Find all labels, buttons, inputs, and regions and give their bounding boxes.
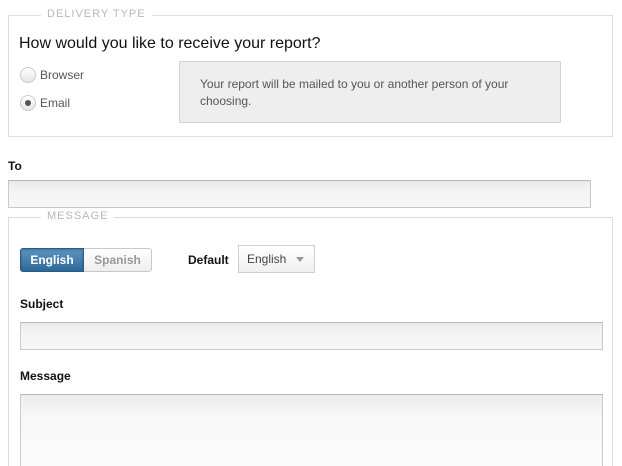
language-english-button[interactable]: English [20, 248, 84, 272]
subject-input[interactable] [20, 322, 603, 350]
radio-email-option[interactable]: Email [20, 95, 70, 111]
message-textarea[interactable] [20, 394, 603, 466]
radio-browser-option[interactable]: Browser [20, 67, 84, 83]
default-language-select[interactable]: English [238, 245, 315, 273]
message-fieldset: MESSAGE English Spanish Default English … [8, 210, 613, 466]
default-language-value: English [247, 252, 287, 266]
subject-label: Subject [20, 297, 64, 311]
delivery-type-fieldset: DELIVERY TYPE How would you like to rece… [8, 8, 613, 137]
delivery-question: How would you like to receive your repor… [19, 35, 321, 52]
language-toggle: English Spanish [20, 248, 152, 272]
radio-browser-label[interactable]: Browser [40, 68, 84, 82]
message-legend: MESSAGE [41, 210, 115, 222]
message-label: Message [20, 369, 71, 383]
default-label: Default [188, 253, 229, 267]
to-input[interactable] [8, 180, 591, 208]
radio-email[interactable] [20, 95, 36, 111]
radio-browser[interactable] [20, 67, 36, 83]
language-spanish-button[interactable]: Spanish [84, 248, 152, 272]
delivery-info-box: Your report will be mailed to you or ano… [179, 61, 561, 123]
radio-email-label[interactable]: Email [40, 96, 70, 110]
chevron-down-icon [296, 257, 304, 262]
to-label: To [8, 159, 22, 173]
delivery-type-legend: DELIVERY TYPE [41, 8, 152, 20]
